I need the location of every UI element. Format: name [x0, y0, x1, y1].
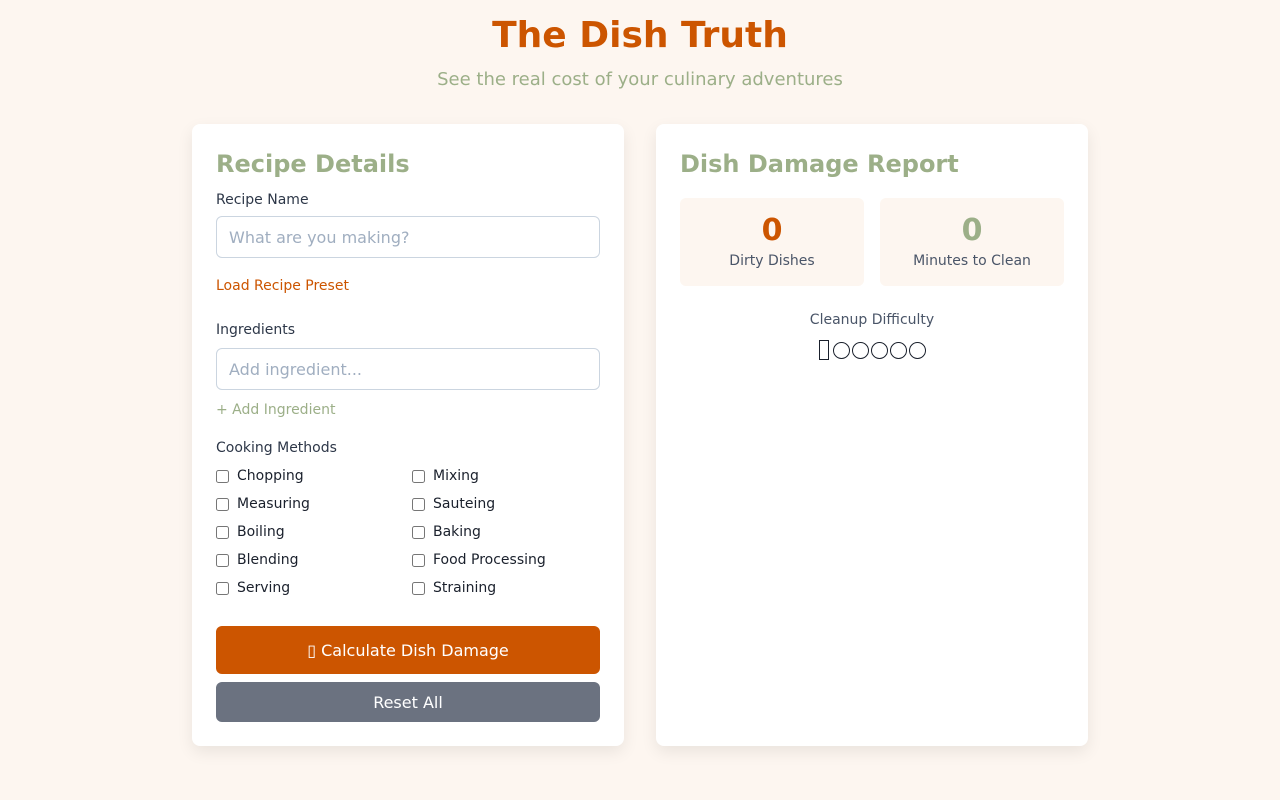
method-label: Measuring — [237, 496, 310, 512]
method-baking[interactable]: Baking — [412, 524, 600, 540]
method-sauteing[interactable]: Sauteing — [412, 496, 600, 512]
cleanup-difficulty: Cleanup Difficulty — [680, 312, 1064, 362]
method-mixing[interactable]: Mixing — [412, 468, 600, 484]
method-boiling-checkbox[interactable] — [216, 525, 229, 539]
method-serving[interactable]: Serving — [216, 580, 412, 596]
method-label: Food Processing — [433, 552, 546, 568]
ingredient-input[interactable] — [216, 348, 600, 390]
recipe-details-card: Recipe Details Recipe Name Load Recipe P… — [192, 124, 624, 746]
ingredients-label: Ingredients — [216, 322, 295, 338]
method-label: Boiling — [237, 524, 285, 540]
minutes-to-clean-stat: 0 Minutes to Clean — [880, 198, 1064, 286]
page-title: The Dish Truth — [492, 15, 788, 56]
reset-all-button[interactable]: Reset All — [216, 682, 600, 722]
cooking-methods-label: Cooking Methods — [216, 440, 337, 456]
difficulty-circle-icon — [832, 341, 850, 359]
method-blending-checkbox[interactable] — [216, 553, 229, 567]
dirty-dishes-value: 0 — [761, 213, 783, 248]
dirty-dishes-stat: 0 Dirty Dishes — [680, 198, 864, 286]
calculate-dish-damage-button[interactable]: ▯ Calculate Dish Damage — [216, 626, 600, 674]
method-sauteing-checkbox[interactable] — [412, 497, 425, 511]
difficulty-circle-icon — [870, 341, 888, 359]
difficulty-circle-icon — [851, 341, 869, 359]
recipe-name-input[interactable] — [216, 216, 600, 258]
method-boiling[interactable]: Boiling — [216, 524, 412, 540]
method-blending[interactable]: Blending — [216, 552, 412, 568]
cleanup-difficulty-rating — [680, 338, 1064, 362]
method-label: Chopping — [237, 468, 304, 484]
method-food-processing-checkbox[interactable] — [412, 553, 425, 567]
missing-glyph-icon — [818, 340, 829, 360]
page-header: The Dish Truth See the real cost of your… — [0, 0, 1280, 92]
load-recipe-preset-link[interactable]: Load Recipe Preset — [216, 278, 349, 294]
method-label: Baking — [433, 524, 481, 540]
cooking-methods-grid: Chopping Mixing Measuring Sauteing Boili… — [216, 468, 600, 596]
difficulty-circle-icon — [908, 341, 926, 359]
method-label: Sauteing — [433, 496, 496, 512]
method-measuring[interactable]: Measuring — [216, 496, 412, 512]
method-chopping-checkbox[interactable] — [216, 469, 229, 483]
report-stats: 0 Dirty Dishes 0 Minutes to Clean — [680, 198, 1064, 286]
method-label: Straining — [433, 580, 497, 596]
method-straining-checkbox[interactable] — [412, 581, 425, 595]
difficulty-circle-icon — [889, 341, 907, 359]
method-serving-checkbox[interactable] — [216, 581, 229, 595]
method-straining[interactable]: Straining — [412, 580, 600, 596]
recipe-details-title: Recipe Details — [216, 150, 410, 178]
method-food-processing[interactable]: Food Processing — [412, 552, 600, 568]
minutes-to-clean-label: Minutes to Clean — [913, 253, 1031, 269]
main-columns: Recipe Details Recipe Name Load Recipe P… — [192, 124, 1088, 746]
method-label: Serving — [237, 580, 291, 596]
method-label: Mixing — [433, 468, 479, 484]
cleanup-difficulty-label: Cleanup Difficulty — [809, 312, 935, 328]
method-chopping[interactable]: Chopping — [216, 468, 412, 484]
method-baking-checkbox[interactable] — [412, 525, 425, 539]
dish-damage-report-title: Dish Damage Report — [680, 150, 959, 178]
add-ingredient-button[interactable]: + Add Ingredient — [216, 402, 335, 418]
dish-damage-report-card: Dish Damage Report 0 Dirty Dishes 0 Minu… — [656, 124, 1088, 746]
recipe-name-label: Recipe Name — [216, 192, 309, 208]
dirty-dishes-label: Dirty Dishes — [729, 253, 815, 269]
minutes-to-clean-value: 0 — [961, 213, 983, 248]
method-measuring-checkbox[interactable] — [216, 497, 229, 511]
method-label: Blending — [237, 552, 299, 568]
page-subtitle: See the real cost of your culinary adven… — [437, 69, 843, 90]
method-mixing-checkbox[interactable] — [412, 469, 425, 483]
